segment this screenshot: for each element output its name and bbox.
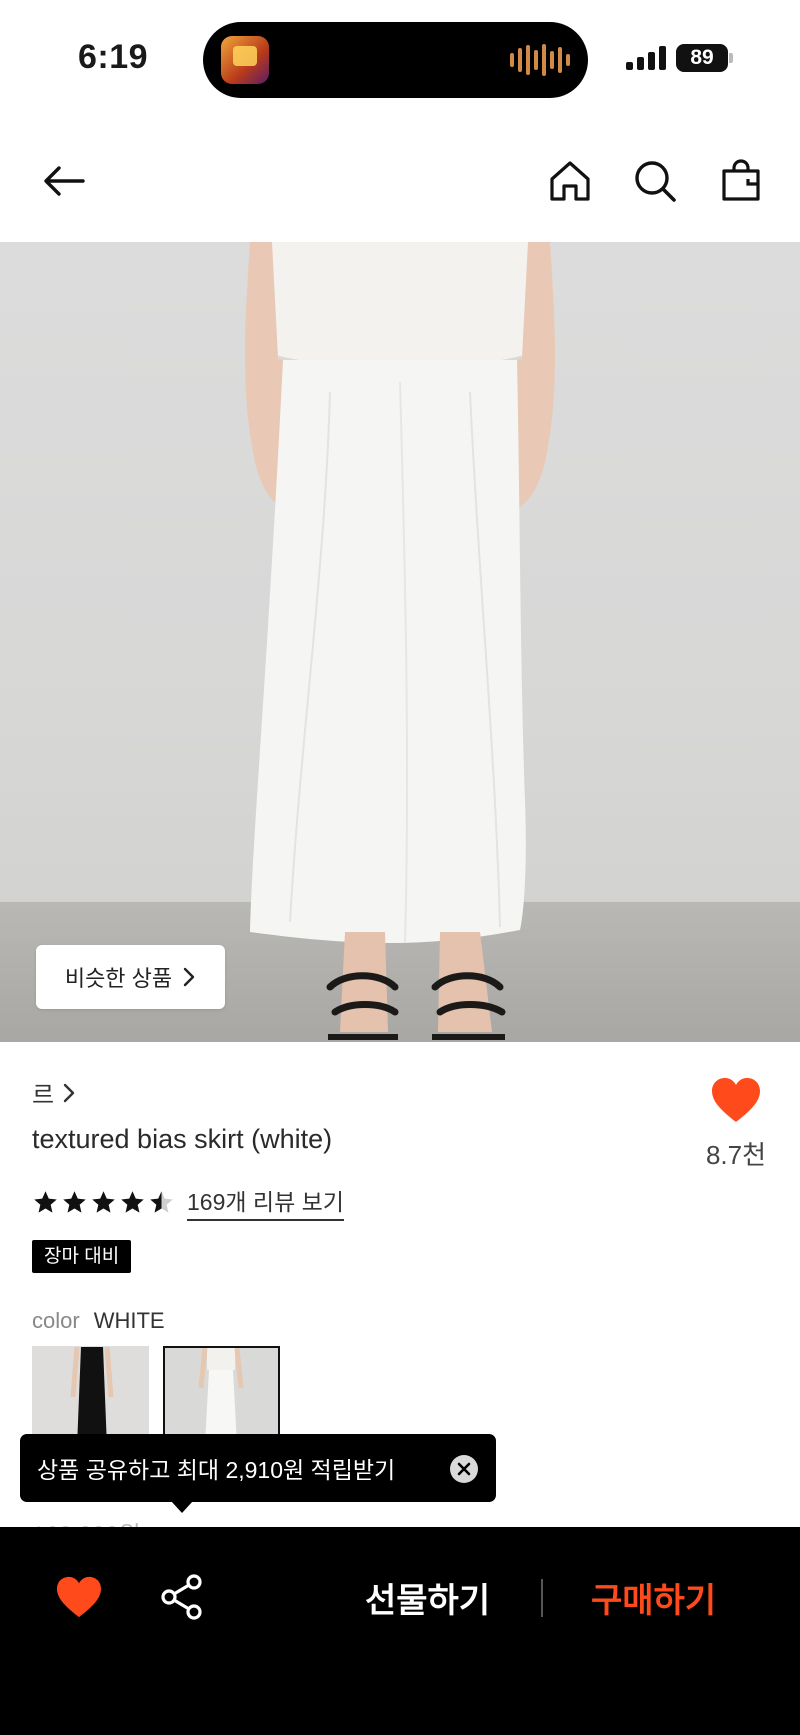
similar-products-label: 비슷한 상품 — [64, 966, 173, 991]
brand-link[interactable]: 르 — [32, 1075, 76, 1110]
audio-wave-icon — [510, 44, 570, 76]
share-icon — [161, 1574, 202, 1620]
cart-button[interactable] — [716, 156, 766, 206]
close-icon — [457, 1462, 471, 1476]
now-playing-app-icon — [221, 36, 269, 84]
rating-stars — [32, 1189, 175, 1216]
star-filled-icon — [34, 1190, 57, 1213]
status-bar: 6:19 89 — [0, 0, 800, 110]
bottom-bar-divider — [541, 1579, 543, 1617]
home-icon — [550, 161, 590, 201]
star-filled-icon — [92, 1190, 115, 1213]
brand-name: 르 — [32, 1082, 55, 1109]
arrow-left-icon — [44, 166, 85, 196]
tooltip-text: 상품 공유하고 최대 2,910원 적립받기 — [37, 1457, 396, 1483]
tooltip-arrow — [171, 1501, 193, 1513]
like-button-top[interactable]: 8.7천 — [696, 1076, 776, 1172]
swatch-black-thumbnail — [33, 1347, 148, 1445]
star-filled-icon — [63, 1190, 86, 1213]
product-title: textured bias skirt (white) — [32, 1124, 333, 1154]
product-photo-illustration — [245, 242, 555, 1040]
gift-button[interactable]: 선물하기 — [365, 1573, 490, 1622]
cellular-signal-icon — [626, 46, 666, 70]
dynamic-island — [203, 22, 588, 98]
battery-indicator: 89 — [676, 44, 728, 72]
home-button[interactable] — [545, 156, 595, 206]
like-button[interactable] — [55, 1575, 103, 1623]
back-button[interactable] — [40, 156, 90, 206]
chevron-right-icon — [63, 1083, 75, 1102]
search-icon — [635, 161, 676, 202]
similar-products-button[interactable]: 비슷한 상품 — [36, 945, 225, 1009]
like-count: 8.7천 — [705, 1140, 767, 1170]
search-button[interactable] — [630, 156, 680, 206]
status-time: 6:19 — [78, 38, 149, 76]
star-filled-icon — [121, 1190, 144, 1213]
product-page: 6:19 89 비슷한 상품 르 textured bias skirt (wh… — [0, 0, 800, 1735]
star-half-icon — [150, 1190, 173, 1213]
buy-button[interactable]: 구매하기 — [591, 1573, 716, 1622]
top-navigation — [0, 140, 800, 222]
color-row: color WHITE — [32, 1308, 165, 1334]
chevron-right-icon — [183, 967, 195, 987]
share-reward-tooltip: 상품 공유하고 최대 2,910원 적립받기 — [20, 1434, 496, 1502]
shopping-bag-icon — [722, 159, 760, 201]
product-image[interactable] — [0, 242, 800, 1042]
heart-filled-icon — [712, 1078, 760, 1122]
color-swatch-white[interactable] — [163, 1346, 280, 1446]
battery-tip — [729, 53, 733, 63]
color-label: color — [32, 1308, 80, 1333]
swatch-white-thumbnail — [165, 1348, 278, 1444]
promo-tag: 장마 대비 — [32, 1240, 132, 1273]
heart-filled-icon — [57, 1576, 101, 1618]
rating-row: 169개 리뷰 보기 — [32, 1183, 344, 1221]
tooltip-close-button[interactable] — [450, 1455, 478, 1483]
review-link[interactable]: 169개 리뷰 보기 — [187, 1183, 344, 1221]
color-swatch-black[interactable] — [32, 1346, 149, 1446]
share-button[interactable] — [160, 1573, 204, 1621]
bottom-action-bar: 선물하기 구매하기 — [0, 1527, 800, 1735]
color-value: WHITE — [93, 1308, 165, 1333]
